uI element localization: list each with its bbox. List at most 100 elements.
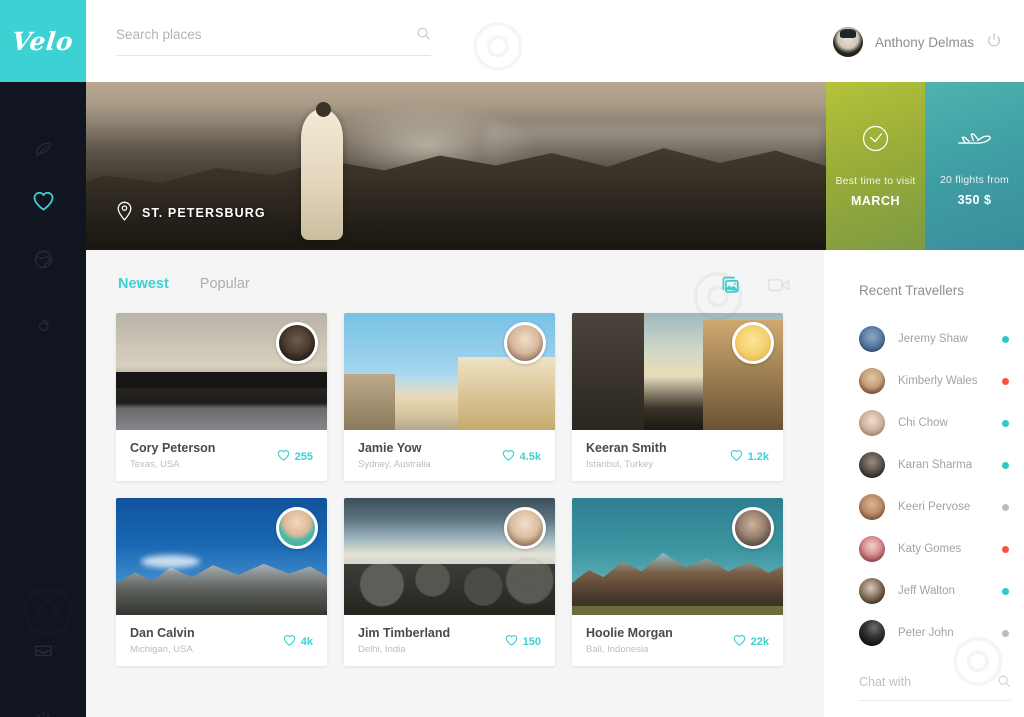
heart-icon [32,190,55,211]
sidebar-item-favorites[interactable] [0,180,86,220]
avatar [859,326,885,352]
search-icon[interactable] [997,674,1011,693]
avatar [859,494,885,520]
list-item[interactable]: Jeremy Shaw [859,318,1009,360]
avatar [859,368,885,394]
app-logo[interactable]: Velo [0,0,86,82]
avatar [859,452,885,478]
avatar [832,27,863,57]
traveller-name: Chi Chow [898,417,948,429]
traveller-name: Peter John [898,627,954,639]
card-likes[interactable]: 255 [277,449,313,464]
card-likes[interactable]: 22k [733,634,769,649]
content-tabs: Newest Popular [118,276,250,292]
power-icon[interactable] [986,32,1002,53]
tab-newest[interactable]: Newest [118,276,169,292]
hero-panel-subtitle: 20 flights from [940,173,1009,186]
video-icon[interactable] [767,275,791,300]
hero-panel-best-time[interactable]: Best time to visit MARCH [826,82,925,250]
hero-panel-value: 350 $ [957,192,992,207]
list-item[interactable]: Keeri Pervose [859,486,1009,528]
chat-input[interactable] [859,675,979,689]
avatar [859,410,885,436]
heart-icon [283,634,296,649]
card-likes-count: 255 [294,450,313,463]
search-box[interactable] [116,26,431,56]
avatar [859,578,885,604]
right-panel: Recent Travellers Jeremy Shaw Kimberly W… [824,250,1024,717]
card-avatar [732,507,774,549]
hero-location-label: ST. PETERSBURG [142,206,266,220]
sidebar-item-activity[interactable] [0,306,86,346]
photos-icon[interactable] [719,274,741,301]
card-likes-count: 4.5k [519,450,541,463]
card-likes[interactable]: 1.2k [730,449,769,464]
map-pin-icon [116,200,133,226]
card-photo [116,313,327,430]
view-toggle [719,274,791,301]
card-body: Jamie Yow Sydney, Australia 4.5k [344,430,555,481]
list-item[interactable]: Jeff Walton [859,570,1009,612]
travellers-list: Jeremy Shaw Kimberly Wales Chi Chow Kara… [859,318,1009,654]
logo-text: Velo [10,26,76,56]
inbox-icon [33,640,54,660]
status-badge [1002,629,1009,637]
card-photo [344,313,555,430]
status-badge [1002,461,1009,469]
top-bar: Anthony Delmas [86,0,1024,82]
search-icon[interactable] [416,26,431,46]
list-item[interactable]: Peter John [859,612,1009,654]
traveller-name: Katy Gomes [898,543,962,555]
spiral-icon [33,316,54,337]
sidebar-item-explore[interactable] [0,239,86,279]
heart-icon [730,449,743,464]
card-likes-count: 4k [300,635,313,648]
plane-icon [957,126,993,157]
list-item[interactable]: Chi Chow [859,402,1009,444]
card[interactable]: Dan Calvin Michigan, USA 4k [116,498,327,666]
heart-icon [277,449,290,464]
card[interactable]: Jim Timberland Delhi, India 150 [344,498,555,666]
card-body: Dan Calvin Michigan, USA 4k [116,615,327,666]
card[interactable]: Cory Peterson Texas, USA 255 [116,313,327,481]
hero-panel-flights[interactable]: 20 flights from 350 $ [925,82,1024,250]
avatar [859,536,885,562]
clock-icon [861,124,890,158]
sidebar-item-settings[interactable] [0,700,86,717]
card-likes-count: 150 [522,635,541,648]
card-likes-count: 1.2k [747,450,769,463]
card[interactable]: Keeran Smith Istanbul, Turkey 1.2k [572,313,783,481]
list-item[interactable]: Katy Gomes [859,528,1009,570]
hero-location: ST. PETERSBURG [116,200,266,226]
sidebar-item-inbox[interactable] [0,630,86,670]
card[interactable]: Hoolie Morgan Bali, Indonesia 22k [572,498,783,666]
list-item[interactable]: Karan Sharma [859,444,1009,486]
card-photo [116,498,327,615]
list-item[interactable]: Kimberly Wales [859,360,1009,402]
sidebar-item-feather[interactable] [0,130,86,170]
card-body: Hoolie Morgan Bali, Indonesia 22k [572,615,783,666]
chat-box[interactable] [859,673,1011,701]
card-body: Keeran Smith Istanbul, Turkey 1.2k [572,430,783,481]
recent-travellers-title: Recent Travellers [859,283,965,298]
search-input[interactable] [116,27,391,42]
heart-icon [733,634,746,649]
card-likes[interactable]: 150 [505,634,541,649]
app-root: Velo Search places Anthony Delmas ST. PE… [0,0,1024,717]
card-photo [572,498,783,615]
card-photo [344,498,555,615]
hero-panel-value: MARCH [850,194,901,208]
card-body: Cory Peterson Texas, USA 255 [116,430,327,481]
card-likes[interactable]: 4k [283,634,313,649]
user-name: Anthony Delmas [874,34,974,50]
tab-popular[interactable]: Popular [200,276,250,292]
avatar [859,620,885,646]
user-menu[interactable]: Anthony Delmas [832,27,1002,57]
heart-icon [502,449,515,464]
hero-panel-subtitle: Best time to visit [835,175,916,187]
card[interactable]: Jamie Yow Sydney, Australia 4.5k [344,313,555,481]
status-badge [1002,377,1009,385]
status-badge [1002,419,1009,427]
card-likes-count: 22k [750,635,769,648]
card-likes[interactable]: 4.5k [502,449,541,464]
